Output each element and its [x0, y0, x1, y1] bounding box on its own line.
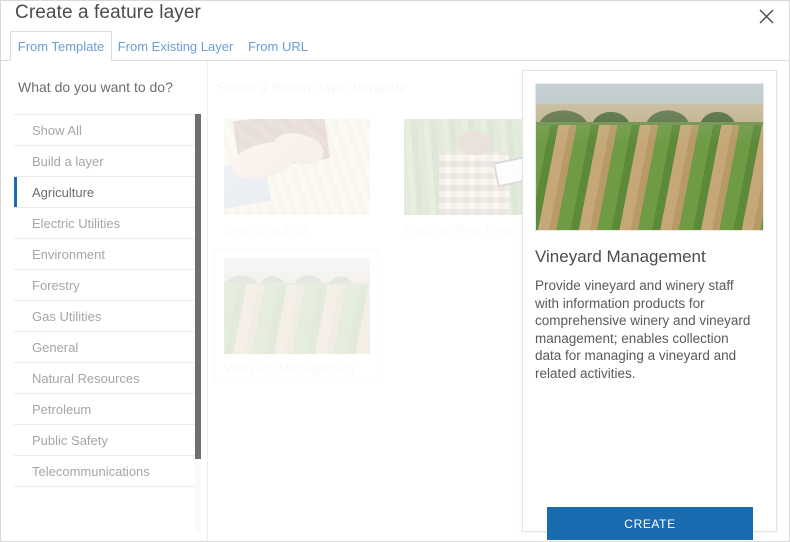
sidebar-item-label: Natural Resources: [32, 370, 140, 386]
sidebar-item-label: Environment: [32, 246, 105, 262]
dialog-body: What do you want to do? Show All Build a…: [1, 62, 789, 541]
sidebar-item-show-all[interactable]: Show All: [14, 115, 195, 146]
sidebar-item-label: Petroleum: [32, 401, 92, 417]
tab-from-template[interactable]: From Template: [10, 31, 112, 62]
create-button[interactable]: CREATE: [547, 507, 753, 540]
sidebar-item-general[interactable]: General: [14, 332, 195, 363]
sidebar-item-environment[interactable]: Environment: [14, 239, 195, 270]
tab-label: From Template: [17, 39, 105, 54]
sidebar-item-build-a-layer[interactable]: Build a layer: [14, 146, 195, 177]
sidebar-heading: What do you want to do?: [18, 79, 173, 95]
template-card-crop-scouting[interactable]: Crop Scouting: [214, 109, 379, 244]
template-card-vineyard-management[interactable]: Vineyard Management: [214, 248, 379, 383]
template-detail-panel: Vineyard Management Provide vineyard and…: [522, 70, 777, 540]
sidebar-item-public-safety[interactable]: Public Safety: [14, 425, 195, 456]
sidebar-item-label: Gas Utilities: [32, 308, 102, 324]
gallery-heading: Select a feature layer template: [217, 79, 407, 95]
sidebar-item-label: Agriculture: [32, 184, 95, 200]
tab-from-existing-layer[interactable]: From Existing Layer: [112, 31, 239, 61]
page-title: Create a feature layer: [15, 2, 201, 23]
sidebar-item-telecommunications[interactable]: Telecommunications: [14, 456, 195, 487]
tab-bar: From Template From Existing Layer From U…: [1, 31, 789, 62]
sidebar-item-petroleum[interactable]: Petroleum: [14, 394, 195, 425]
sidebar-item-label: Show All: [32, 122, 82, 138]
detail-description: Provide vineyard and winery staff with i…: [535, 278, 751, 381]
close-icon[interactable]: [749, 1, 783, 31]
detail-title: Vineyard Management: [535, 247, 706, 266]
sidebar-item-label: Public Safety: [32, 432, 108, 448]
sidebar-item-label: Telecommunications: [32, 463, 150, 479]
tab-label: From Existing Layer: [117, 38, 234, 54]
sidebar-item-agriculture[interactable]: Agriculture: [14, 177, 195, 208]
sidebar-item-natural-resources[interactable]: Natural Resources: [14, 363, 195, 394]
template-card-label: Vineyard Management: [224, 361, 355, 376]
sidebar-item-electric-utilities[interactable]: Electric Utilities: [14, 208, 195, 239]
sidebar-item-gas-utilities[interactable]: Gas Utilities: [14, 301, 195, 332]
sidebar-item-label: General: [32, 339, 79, 355]
category-list[interactable]: Show All Build a layer Agriculture Elect…: [14, 114, 195, 532]
category-sidebar: What do you want to do? Show All Build a…: [1, 62, 208, 541]
dialog-header: Create a feature layer: [1, 1, 789, 31]
sidebar-item-label: Electric Utilities: [32, 215, 121, 231]
tab-from-url[interactable]: From URL: [239, 31, 317, 61]
category-list-scrollbar[interactable]: [195, 114, 201, 532]
vineyard-photo: [224, 258, 370, 354]
sidebar-item-forestry[interactable]: Forestry: [14, 270, 195, 301]
create-feature-layer-dialog: Create a feature layer From Template Fro…: [0, 0, 790, 542]
sidebar-item-label: Forestry: [32, 277, 80, 293]
vineyard-photo: [535, 83, 764, 231]
tab-label: From URL: [248, 38, 308, 54]
crop-scouting-photo: [224, 119, 370, 215]
sidebar-item-label: Build a layer: [32, 153, 104, 169]
scrollbar-thumb[interactable]: [195, 114, 201, 459]
